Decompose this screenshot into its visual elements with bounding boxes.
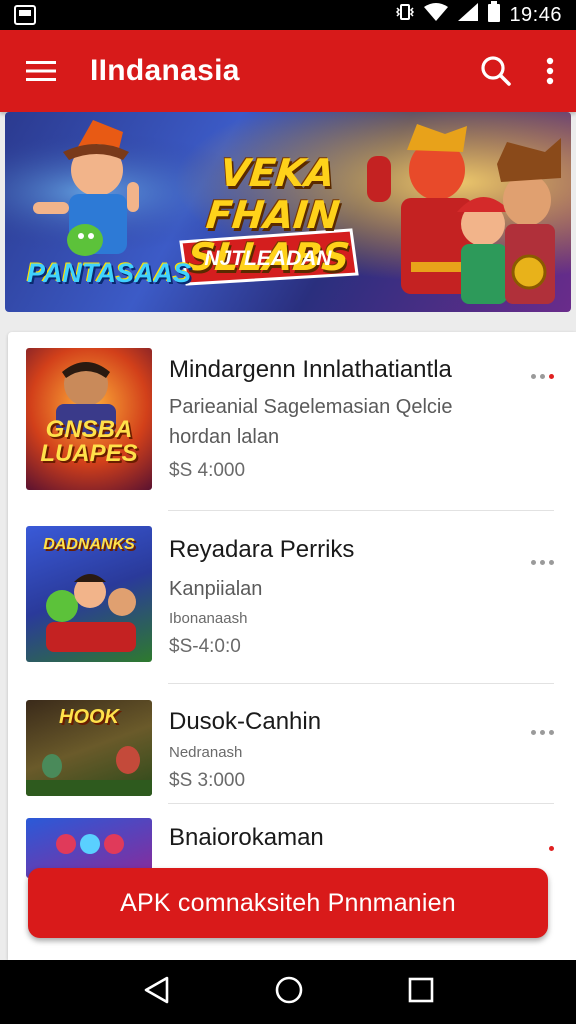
item-subtitle-2: Nedranash [169, 744, 243, 761]
back-triangle-icon[interactable] [142, 975, 170, 1010]
item-price: $S 4:000 [169, 460, 246, 481]
app-title: IIndanasia [90, 54, 240, 87]
navigation-bar [0, 960, 576, 1024]
item-subtitle-2: Ibonanaash [169, 610, 248, 627]
banner-logo: PANTASAAS [27, 258, 192, 288]
thumbnail-text: HOOK [59, 706, 119, 728]
more-horiz-icon[interactable] [531, 374, 554, 379]
app-thumbnail: HOOK [26, 700, 152, 796]
hamburger-menu-icon[interactable] [26, 60, 56, 82]
item-title: Bnaiorokaman [169, 824, 324, 851]
search-icon[interactable] [480, 55, 512, 87]
list-item[interactable]: HOOK Dusok-Canhin Nedranash $S 3:000 [8, 684, 576, 804]
list-item[interactable]: GNSBA LUAPES Mindargenn Innlathatiantla … [8, 332, 576, 512]
banner-ribbon-text: NJTLEADAN [204, 247, 332, 270]
more-vert-icon[interactable] [546, 57, 554, 85]
home-circle-icon[interactable] [274, 975, 304, 1010]
wifi-icon [423, 2, 449, 28]
item-title: Mindargenn Innlathatiantla [169, 356, 452, 383]
divider [168, 510, 554, 511]
app-thumbnail: DADNANKS [26, 526, 152, 662]
item-title: Dusok-Canhin [169, 708, 322, 735]
battery-icon [487, 1, 501, 29]
vibrate-icon [395, 2, 415, 28]
item-price: $S-4:0:0 [169, 636, 241, 657]
more-horiz-icon[interactable] [531, 846, 554, 851]
promo-banner[interactable]: VEKA FHAIN SLLABS NJTLEADAN PANTASAAS [5, 112, 571, 312]
item-subtitle-2: hordan lalan [169, 426, 280, 448]
item-price: $S 3:000 [169, 770, 246, 791]
screen: 19:46 IIndanasia VEKA FHAIN SLLABS NJTLE… [0, 0, 576, 1024]
status-time: 19:46 [509, 3, 562, 26]
status-notification-icon [14, 5, 36, 25]
more-horiz-icon[interactable] [531, 730, 554, 735]
list-item[interactable]: DADNANKS Reyadara Perriks Kanpiialan Ibo… [8, 512, 576, 684]
item-title: Reyadara Perriks [169, 536, 355, 563]
thumbnail-text: DADNANKS [43, 536, 135, 553]
more-horiz-icon[interactable] [531, 560, 554, 565]
signal-icon [457, 2, 479, 28]
app-list: GNSBA LUAPES Mindargenn Innlathatiantla … [8, 332, 576, 960]
thumbnail-text: GNSBA LUAPES [40, 416, 138, 467]
recents-square-icon[interactable] [408, 977, 434, 1008]
app-bar: IIndanasia [0, 30, 576, 112]
app-thumbnail: GNSBA LUAPES [26, 348, 152, 490]
item-subtitle: Kanpiialan [169, 578, 263, 600]
item-subtitle: Parieanial Sagelemasian Qelcie [169, 396, 453, 418]
download-apk-button[interactable]: APK comnaksiteh Pnnmanien [28, 868, 548, 938]
status-bar: 19:46 [0, 0, 576, 30]
